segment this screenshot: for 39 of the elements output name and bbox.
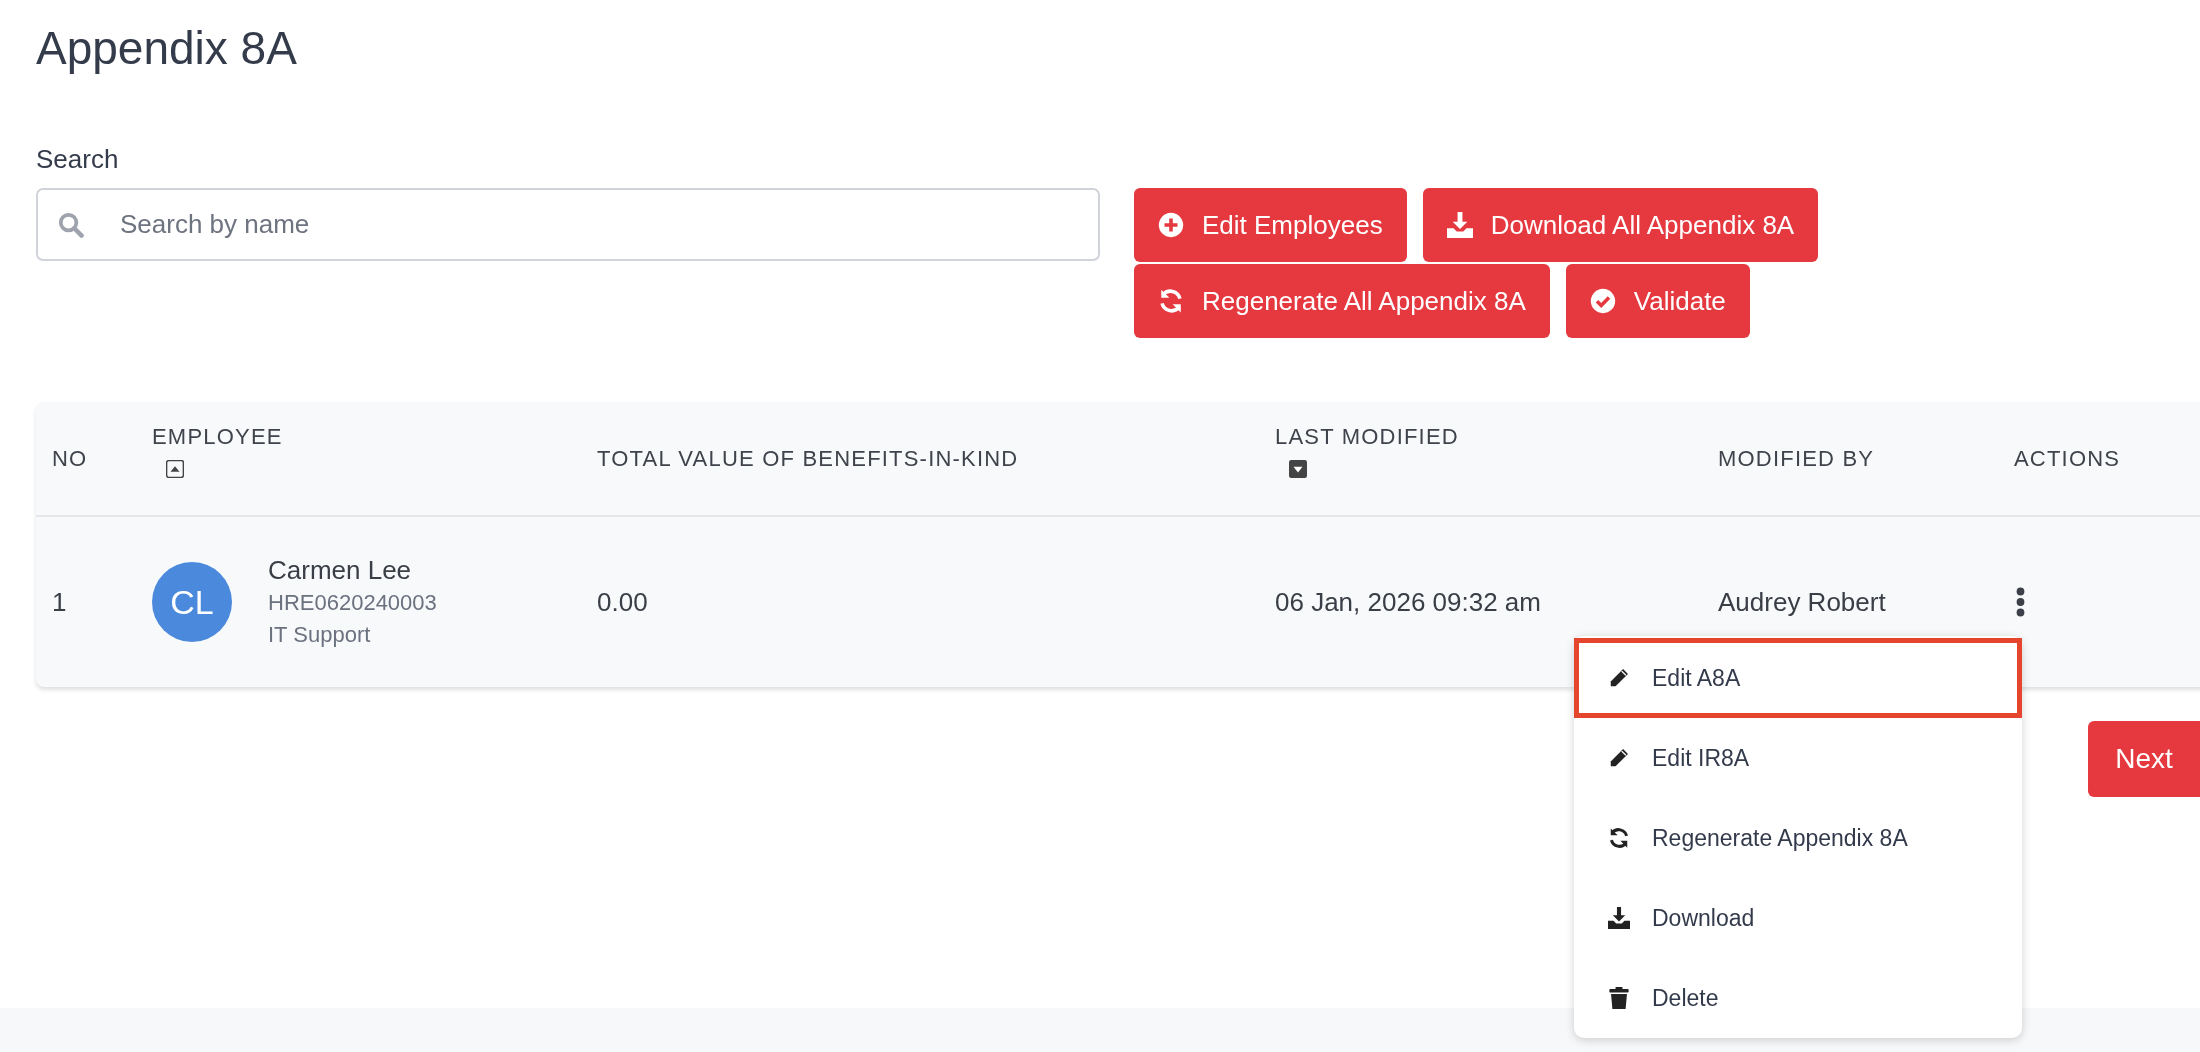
toolbar-button[interactable]: Validate — [1565, 264, 1750, 338]
table-cell-text: Audrey Robert — [1718, 586, 1887, 618]
sort-ascending-icon[interactable] — [166, 460, 184, 478]
page-title: Appendix 8A — [36, 22, 298, 74]
menu-item[interactable]: Edit IR8A — [1574, 718, 2022, 798]
column-header: LAST MODIFIED — [1275, 424, 1460, 450]
column-header: TOTAL VALUE OF BENEFITS-IN-KIND — [597, 445, 1020, 472]
table-cell-text: 06 Jan, 2026 09:32 am — [1275, 586, 1542, 618]
sort-descending-icon[interactable] — [1289, 460, 1307, 478]
more-options-icon[interactable] — [2016, 587, 2025, 617]
column-header: MODIFIED BY — [1718, 445, 1876, 472]
trash-icon — [1608, 987, 1630, 1009]
refresh-icon — [1608, 827, 1630, 849]
column-header: ACTIONS — [2014, 445, 2122, 472]
avatar: CL — [152, 562, 232, 642]
employee-name: Carmen Lee — [268, 554, 413, 587]
pencil-icon — [1608, 747, 1630, 769]
menu-item[interactable]: Edit A8A — [1574, 638, 2022, 718]
search-field[interactable]: Search by name — [36, 188, 1100, 261]
plus-circle-icon — [1158, 212, 1184, 238]
download-icon — [1446, 212, 1473, 238]
table-cell-text: 1 — [52, 586, 68, 618]
column-header: EMPLOYEE — [152, 424, 284, 450]
menu-item[interactable]: Delete — [1574, 958, 2022, 1038]
column-header: NO — [52, 445, 89, 472]
next-button[interactable]: Next — [2088, 721, 2200, 797]
table-cell-text: 0.00 — [597, 586, 649, 618]
toolbar-button[interactable]: Regenerate All Appendix 8A — [1134, 264, 1550, 338]
check-circle-icon — [1589, 288, 1616, 314]
toolbar-button[interactable]: Edit Employees — [1134, 188, 1407, 262]
refresh-icon — [1158, 288, 1184, 314]
toolbar-button[interactable]: Download All Appendix 8A — [1422, 188, 1819, 262]
menu-item[interactable]: Download — [1574, 878, 2022, 958]
department: IT Support — [268, 621, 372, 649]
pencil-icon — [1608, 667, 1630, 689]
search-label: Search — [36, 144, 120, 174]
menu-item[interactable]: Regenerate Appendix 8A — [1574, 798, 2022, 878]
download-icon — [1608, 907, 1630, 929]
employee-id: HRE0620240003 — [268, 589, 437, 617]
